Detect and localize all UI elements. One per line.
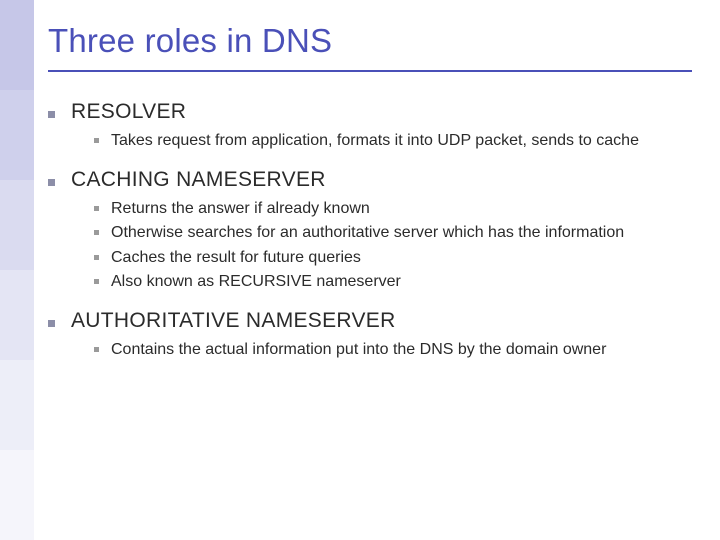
title-underline [48, 70, 692, 72]
list-item-text: Contains the actual information put into… [111, 339, 606, 361]
bullet-small-square-icon [94, 347, 99, 352]
bullet-small-square-icon [94, 138, 99, 143]
section-authoritative-nameserver: AUTHORITATIVE NAMESERVER Contains the ac… [48, 309, 692, 361]
decorative-gradient-sidebar [0, 0, 34, 540]
section-heading: CACHING NAMESERVER [71, 168, 326, 192]
bullet-small-square-icon [94, 279, 99, 284]
bullet-small-square-icon [94, 230, 99, 235]
list-item-text: Also known as RECURSIVE nameserver [111, 271, 401, 293]
list-item: Caches the result for future queries [94, 247, 692, 269]
list-item-text: Returns the answer if already known [111, 198, 370, 220]
list-item-text: Takes request from application, formats … [111, 130, 639, 152]
section-resolver: RESOLVER Takes request from application,… [48, 100, 692, 152]
slide-content: Three roles in DNS RESOLVER Takes reques… [34, 0, 720, 540]
bullet-square-icon [48, 179, 55, 186]
list-item: Also known as RECURSIVE nameserver [94, 271, 692, 293]
list-item: Takes request from application, formats … [94, 130, 692, 152]
section-heading: RESOLVER [71, 100, 186, 124]
bullet-small-square-icon [94, 206, 99, 211]
section-heading: AUTHORITATIVE NAMESERVER [71, 309, 396, 333]
list-item: Contains the actual information put into… [94, 339, 692, 361]
list-item: Otherwise searches for an authoritative … [94, 222, 692, 244]
bullet-square-icon [48, 111, 55, 118]
slide-title: Three roles in DNS [48, 22, 692, 60]
list-item-text: Otherwise searches for an authoritative … [111, 222, 624, 244]
bullet-small-square-icon [94, 255, 99, 260]
bullet-square-icon [48, 320, 55, 327]
list-item-text: Caches the result for future queries [111, 247, 361, 269]
section-caching-nameserver: CACHING NAMESERVER Returns the answer if… [48, 168, 692, 293]
list-item: Returns the answer if already known [94, 198, 692, 220]
